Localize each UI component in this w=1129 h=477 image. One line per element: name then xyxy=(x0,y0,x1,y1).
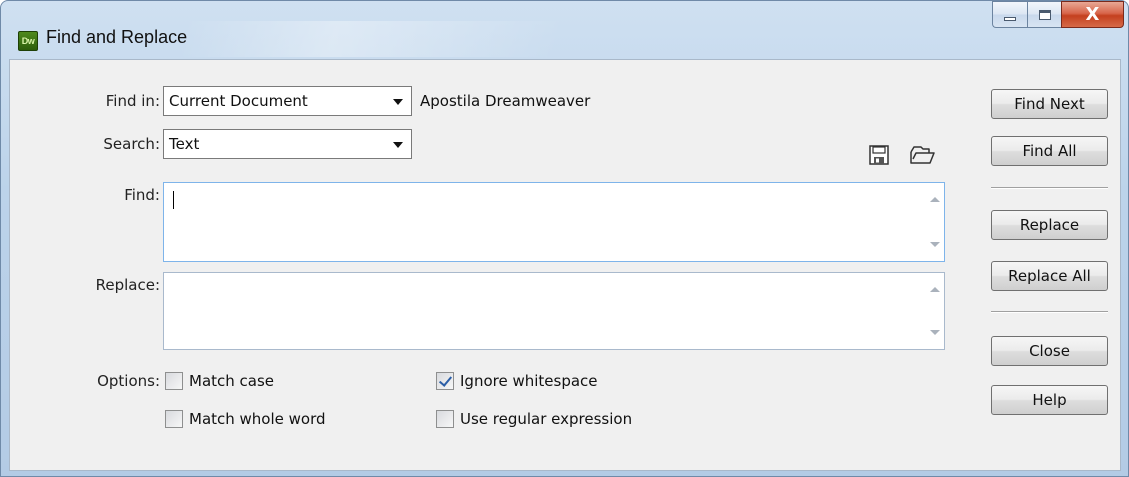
maximize-icon xyxy=(1038,9,1051,20)
find-scrollbar[interactable] xyxy=(926,183,944,261)
find-label: Find: xyxy=(124,186,160,204)
ignore-whitespace-option[interactable]: Ignore whitespace xyxy=(436,372,598,390)
ignore-whitespace-label: Ignore whitespace xyxy=(460,372,598,390)
find-replace-window: Dw Find and Replace X Find in: Current D… xyxy=(0,0,1129,477)
find-in-value: Current Document xyxy=(169,92,308,110)
window-title: Find and Replace xyxy=(46,27,188,47)
current-document-name: Apostila Dreamweaver xyxy=(420,92,591,110)
chevron-down-icon xyxy=(393,99,403,105)
close-icon: X xyxy=(1085,4,1100,25)
match-whole-word-option[interactable]: Match whole word xyxy=(165,410,326,428)
close-window-button[interactable]: X xyxy=(1061,1,1124,28)
replace-button[interactable]: Replace xyxy=(991,210,1108,240)
scroll-up-arrow-icon[interactable] xyxy=(930,287,940,292)
window-controls: X xyxy=(992,1,1124,28)
scroll-down-arrow-icon[interactable] xyxy=(930,330,940,335)
load-query-icon[interactable] xyxy=(908,143,936,165)
options-label: Options: xyxy=(97,372,160,390)
find-in-select[interactable]: Current Document xyxy=(163,86,412,116)
ignore-whitespace-checkbox[interactable] xyxy=(436,372,454,390)
search-type-select[interactable]: Text xyxy=(163,129,412,159)
maximize-button[interactable] xyxy=(1027,1,1061,28)
match-whole-word-checkbox[interactable] xyxy=(165,410,183,428)
find-in-label: Find in: xyxy=(105,92,160,110)
use-regex-checkbox[interactable] xyxy=(436,410,454,428)
title-bar[interactable]: Dw Find and Replace X xyxy=(1,1,1128,59)
match-case-label: Match case xyxy=(189,372,275,390)
find-all-button[interactable]: Find All xyxy=(991,136,1108,166)
dialog-body: Find in: Current Document Apostila Dream… xyxy=(9,59,1121,471)
find-text-input[interactable] xyxy=(163,182,945,262)
replace-text-input[interactable] xyxy=(163,272,945,350)
find-next-button[interactable]: Find Next xyxy=(991,89,1108,119)
use-regex-label: Use regular expression xyxy=(460,410,633,428)
dreamweaver-app-icon: Dw xyxy=(18,31,38,51)
scroll-down-arrow-icon[interactable] xyxy=(930,242,940,247)
match-case-checkbox[interactable] xyxy=(165,372,183,390)
search-label: Search: xyxy=(103,135,160,153)
replace-scrollbar[interactable] xyxy=(926,273,944,349)
match-whole-word-label: Match whole word xyxy=(189,410,326,428)
close-button[interactable]: Close xyxy=(991,336,1108,366)
replace-all-button[interactable]: Replace All xyxy=(991,261,1108,291)
text-caret xyxy=(173,191,174,209)
search-type-value: Text xyxy=(169,135,200,153)
scroll-up-arrow-icon[interactable] xyxy=(930,197,940,202)
save-query-icon[interactable] xyxy=(868,144,890,166)
minimize-button[interactable] xyxy=(992,1,1027,28)
minimize-icon xyxy=(1004,16,1016,21)
button-separator xyxy=(991,187,1108,189)
help-button[interactable]: Help xyxy=(991,385,1108,415)
chevron-down-icon xyxy=(393,142,403,148)
match-case-option[interactable]: Match case xyxy=(165,372,274,390)
title-glare xyxy=(176,21,566,57)
replace-label: Replace: xyxy=(95,276,160,294)
button-separator xyxy=(991,311,1108,313)
use-regex-option[interactable]: Use regular expression xyxy=(436,410,632,428)
